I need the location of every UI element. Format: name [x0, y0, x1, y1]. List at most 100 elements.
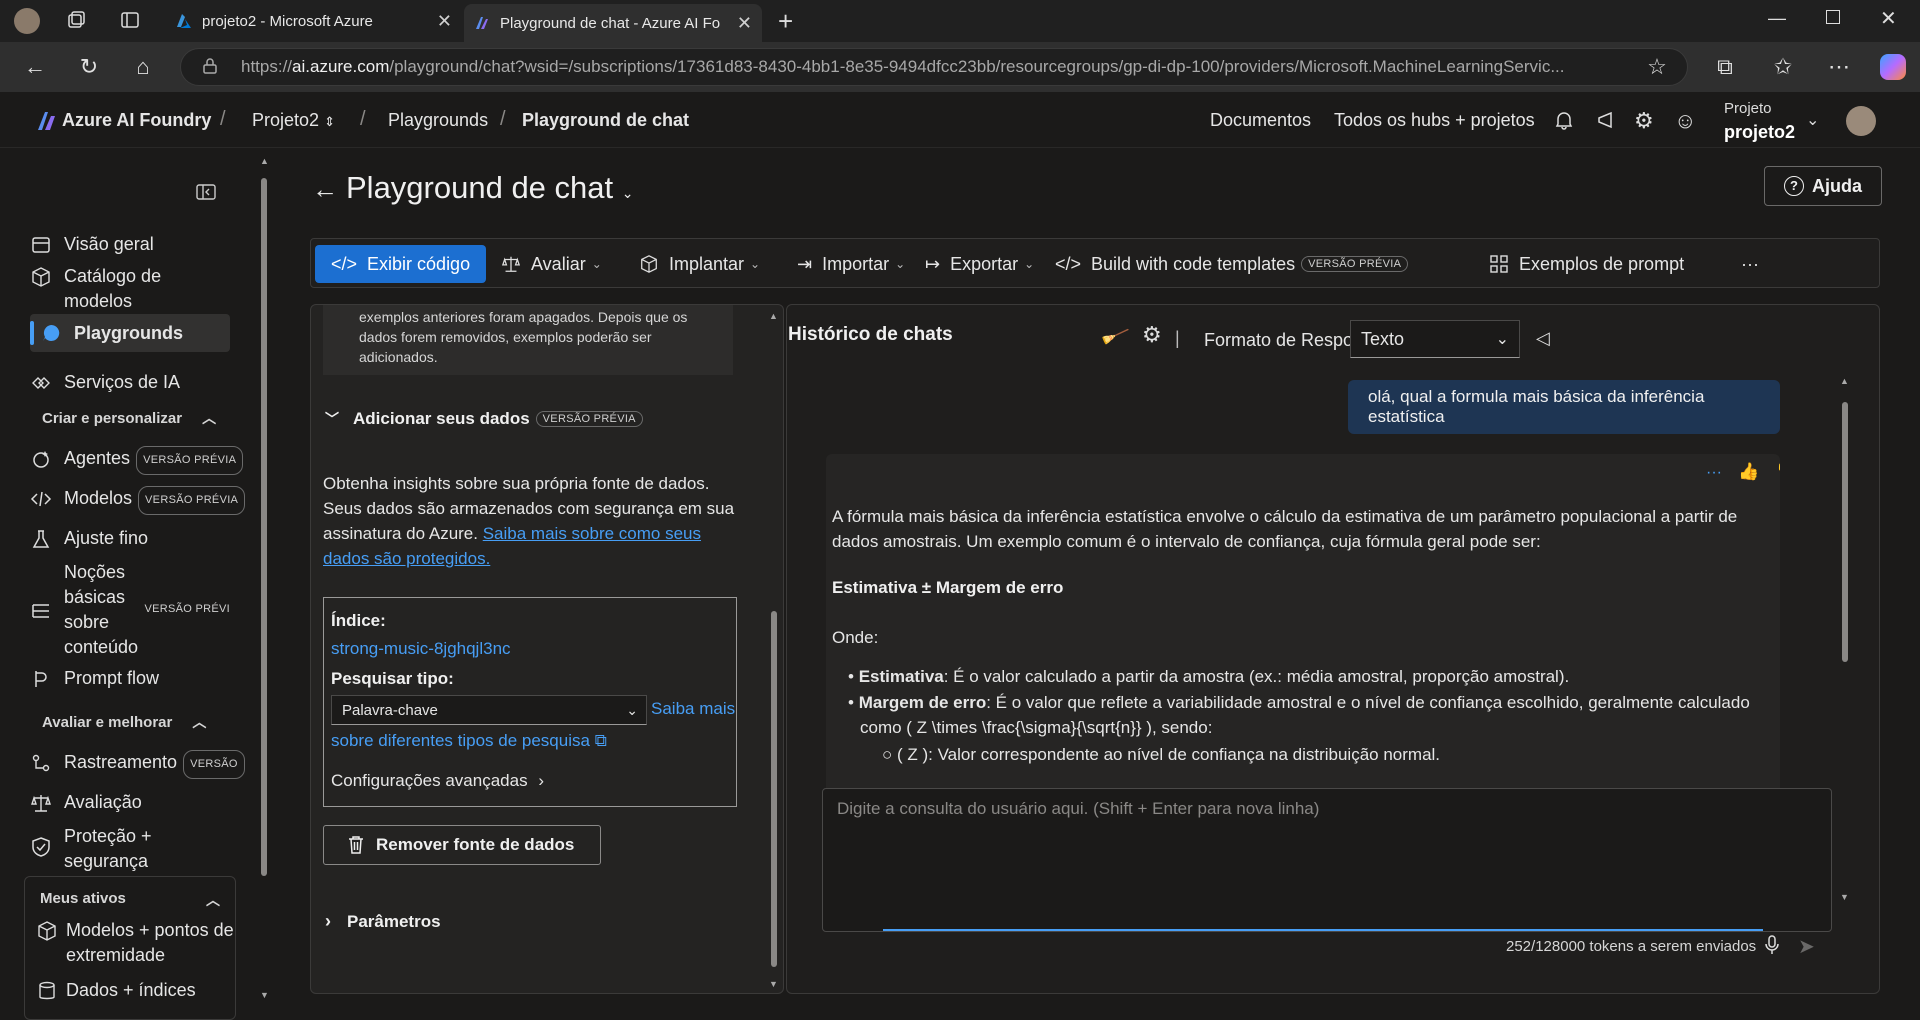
- response-format-select[interactable]: Texto ⌄: [1350, 320, 1520, 358]
- scroll-up-arrow-icon[interactable]: ▲: [1840, 376, 1849, 386]
- advanced-settings-link[interactable]: Configurações avançadas ›: [331, 771, 544, 791]
- button-label: Implantar: [669, 253, 745, 274]
- chevron-up-icon: ︿: [192, 714, 207, 730]
- deploy-button[interactable]: Implantar ⌄: [639, 245, 760, 283]
- nav-content-understanding[interactable]: Noções básicas sobre conteúdo VERSÃO PRÉ…: [30, 560, 230, 660]
- button-label: Build with code templates: [1091, 253, 1296, 274]
- index-value-link[interactable]: strong-music-8jghqjl3nc: [331, 639, 511, 659]
- all-hubs-link[interactable]: Todos os hubs + projetos: [1334, 110, 1535, 131]
- sidebar-scrollbar[interactable]: ▲ ▼: [260, 156, 269, 1002]
- favorite-star-icon[interactable]: ☆: [1644, 54, 1670, 80]
- breadcrumb-playgrounds[interactable]: Playgrounds: [388, 110, 488, 131]
- more-actions-icon[interactable]: ···: [1706, 464, 1722, 482]
- extensions-icon[interactable]: ⧉: [1712, 54, 1738, 80]
- build-templates-button[interactable]: </> Build with code templates VERSÃO PRÉ…: [1055, 245, 1409, 283]
- remove-data-source-button[interactable]: Remover fonte de dados: [323, 825, 601, 865]
- close-tab-icon[interactable]: ✕: [437, 11, 452, 32]
- export-button[interactable]: ↦ Exportar ⌄: [925, 245, 1034, 283]
- close-tab-icon[interactable]: ✕: [737, 13, 752, 34]
- parameters-header[interactable]: › Parâmetros: [325, 911, 441, 932]
- search-types-link-a[interactable]: Saiba mais: [651, 699, 735, 719]
- breadcrumb-separator: /: [220, 108, 226, 130]
- collapse-nav-icon[interactable]: [196, 184, 216, 200]
- workspaces-icon[interactable]: [66, 10, 86, 30]
- nav-evaluation[interactable]: Avaliação: [30, 790, 230, 815]
- thumbs-down-icon[interactable]: 👎: [1776, 462, 1780, 482]
- new-tab-icon[interactable]: +: [778, 6, 793, 37]
- nav-fine-tuning[interactable]: Ajuste fino: [30, 526, 230, 551]
- scroll-down-arrow-icon[interactable]: ▼: [1840, 892, 1849, 902]
- settings-gear-icon[interactable]: ⚙: [1634, 108, 1654, 134]
- scroll-down-arrow-icon[interactable]: ▼: [769, 979, 778, 989]
- favorites-icon[interactable]: ✩: [1770, 54, 1796, 80]
- section-eval-header[interactable]: Avaliar e melhorar ︿: [42, 712, 206, 732]
- prompt-examples-button[interactable]: Exemplos de prompt: [1489, 245, 1684, 283]
- chevron-down-icon: ﹀: [325, 411, 339, 427]
- chevron-right-icon: ›: [325, 911, 331, 931]
- nav-playgrounds[interactable]: Playgrounds: [30, 314, 230, 352]
- scroll-thumb[interactable]: [1842, 402, 1848, 662]
- back-arrow-icon[interactable]: ←: [312, 174, 338, 205]
- docs-link[interactable]: Documentos: [1210, 110, 1311, 131]
- view-code-button[interactable]: </> Exibir código: [315, 245, 487, 283]
- brand-link[interactable]: Azure AI Foundry: [62, 110, 211, 131]
- nav-safety[interactable]: Proteção + segurança: [30, 824, 230, 874]
- nav-prompt-flow[interactable]: Prompt flow: [30, 666, 230, 691]
- maximize-icon[interactable]: [1826, 10, 1840, 24]
- tab-actions-icon[interactable]: [120, 10, 140, 30]
- evaluate-button[interactable]: Avaliar ⌄: [501, 245, 602, 283]
- home-icon[interactable]: ⌂: [130, 54, 156, 80]
- profile-avatar[interactable]: [14, 8, 40, 34]
- scroll-thumb[interactable]: [261, 178, 267, 876]
- thumbs-up-icon[interactable]: 👍: [1738, 462, 1759, 482]
- nav-data-indexes[interactable]: Dados + índices: [36, 978, 236, 1003]
- notifications-icon[interactable]: [1554, 110, 1574, 130]
- chat-input[interactable]: Digite a consulta do usuário aqui. (Shif…: [822, 788, 1832, 932]
- setup-scrollbar[interactable]: ▲ ▼: [769, 311, 779, 991]
- nav-models[interactable]: Modelos VERSÃO PRÉVIA: [30, 486, 246, 515]
- nav-agents[interactable]: Agentes VERSÃO PRÉVIA: [30, 446, 244, 475]
- project-chevron-down-icon[interactable]: ⌄: [1806, 110, 1819, 130]
- search-type-select[interactable]: Palavra-chave ⌄: [331, 695, 647, 725]
- chat-settings-gear-icon[interactable]: ⚙: [1142, 322, 1162, 348]
- breadcrumb-project[interactable]: Projeto2 ⇕: [252, 110, 335, 131]
- import-button[interactable]: ⇥ Importar ⌄: [797, 245, 905, 283]
- scroll-up-arrow-icon[interactable]: ▲: [260, 156, 269, 166]
- close-window-icon[interactable]: ✕: [1880, 6, 1897, 31]
- microphone-icon[interactable]: [1764, 934, 1780, 956]
- scroll-down-arrow-icon[interactable]: ▼: [260, 990, 269, 1000]
- refresh-icon[interactable]: ↻: [76, 54, 102, 80]
- search-types-link-b[interactable]: sobre diferentes tipos de pesquisa ⧉: [331, 731, 607, 751]
- nav-tracing[interactable]: Rastreamento VERSÃO: [30, 750, 245, 779]
- feedback-smiley-icon[interactable]: ☺: [1674, 108, 1696, 134]
- send-icon[interactable]: ➤: [1798, 934, 1815, 959]
- nav-label: Modelos + pontos de extremidade: [66, 920, 234, 965]
- copilot-icon[interactable]: [1880, 54, 1906, 80]
- section-create-header[interactable]: Criar e personalizar ︿: [42, 408, 216, 428]
- scroll-up-arrow-icon[interactable]: ▲: [769, 311, 778, 321]
- chat-scrollbar[interactable]: ▲ ▼: [1840, 376, 1850, 910]
- url-field[interactable]: https://ai.azure.com/playground/chat?wsi…: [180, 48, 1688, 86]
- section-assets-header[interactable]: Meus ativos ︿: [40, 890, 220, 910]
- user-avatar[interactable]: [1846, 106, 1876, 136]
- document-list-icon: [30, 600, 52, 622]
- tab-playground-chat[interactable]: Playground de chat - Azure AI Fo ✕: [464, 4, 762, 42]
- back-icon[interactable]: ←: [22, 54, 48, 80]
- speaker-icon[interactable]: ◁: [1536, 328, 1550, 349]
- help-button[interactable]: ? Ajuda: [1764, 166, 1882, 206]
- project-name[interactable]: projeto2: [1724, 122, 1795, 143]
- user-message-bubble: olá, qual a formula mais básica da infer…: [1348, 380, 1780, 434]
- nav-overview[interactable]: Visão geral: [30, 232, 230, 257]
- add-data-header[interactable]: ﹀ Adicionar seus dados VERSÃO PRÉVIA: [325, 409, 643, 429]
- minimize-icon[interactable]: —: [1768, 8, 1786, 29]
- tab-projeto2[interactable]: projeto2 - Microsoft Azure ✕: [166, 4, 462, 38]
- more-options-button[interactable]: ···: [1741, 245, 1759, 283]
- announcements-icon[interactable]: [1596, 110, 1616, 130]
- page-title[interactable]: Playground de chat ⌄: [346, 170, 634, 206]
- scroll-thumb[interactable]: [771, 611, 777, 967]
- nav-ai-services[interactable]: Serviços de IA: [30, 370, 230, 395]
- nav-models-endpoints[interactable]: Modelos + pontos de extremidade: [36, 918, 236, 968]
- external-link-icon: ⧉: [594, 731, 607, 750]
- nav-model-catalog[interactable]: Catálogo de modelos: [30, 264, 230, 314]
- more-icon[interactable]: ⋯: [1826, 54, 1852, 80]
